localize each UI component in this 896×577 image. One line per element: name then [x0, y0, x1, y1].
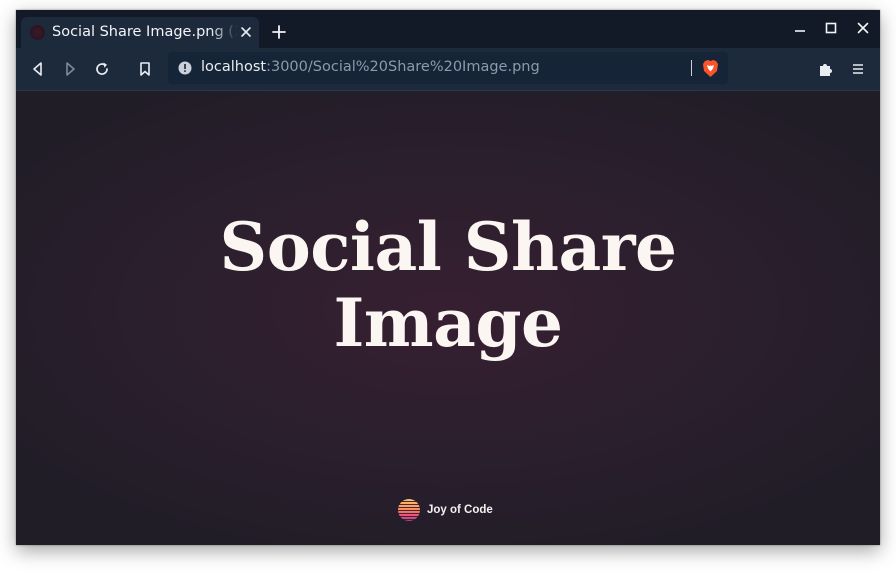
url-text[interactable]: localhost:3000/Social%20Share%20Image.pn… — [201, 59, 540, 75]
brand-name: Joy of Code — [427, 504, 493, 516]
url-divider — [691, 60, 692, 76]
headline-line-1: Social Share — [219, 208, 677, 286]
minimize-icon[interactable] — [793, 21, 807, 35]
bookmark-icon[interactable] — [136, 60, 154, 78]
extensions-icon[interactable] — [817, 60, 835, 78]
active-tab[interactable]: Social Share Image.png (1 — [21, 17, 259, 48]
headline-line-2: Image — [333, 284, 563, 362]
maximize-icon[interactable] — [824, 21, 838, 35]
url-host: localhost — [201, 59, 267, 75]
brave-shields-icon[interactable] — [702, 59, 719, 78]
url-path: :3000/Social%20Share%20Image.png — [266, 59, 540, 75]
image-viewer-content: Social Share Image Joy of Code — [16, 91, 880, 545]
navigation-toolbar: localhost:3000/Social%20Share%20Image.pn… — [16, 48, 880, 91]
headline: Social Share Image — [16, 209, 880, 361]
close-icon[interactable] — [856, 21, 870, 35]
image-favicon-icon — [30, 25, 45, 40]
browser-window: Social Share Image.png (1 localhost:3000… — [16, 10, 880, 545]
info-icon[interactable] — [178, 61, 192, 75]
tab-close-icon[interactable] — [239, 25, 253, 39]
tab-strip: Social Share Image.png (1 — [16, 10, 880, 48]
new-tab-icon[interactable] — [271, 24, 287, 40]
reload-icon[interactable] — [93, 60, 111, 78]
menu-icon[interactable] — [849, 60, 867, 78]
back-icon[interactable] — [29, 60, 47, 78]
forward-icon[interactable] — [61, 60, 79, 78]
sunset-logo-icon — [398, 499, 420, 521]
tab-title: Social Share Image.png (1 — [52, 24, 238, 40]
address-bar[interactable]: localhost:3000/Social%20Share%20Image.pn… — [168, 52, 728, 84]
brand: Joy of Code — [398, 498, 493, 522]
